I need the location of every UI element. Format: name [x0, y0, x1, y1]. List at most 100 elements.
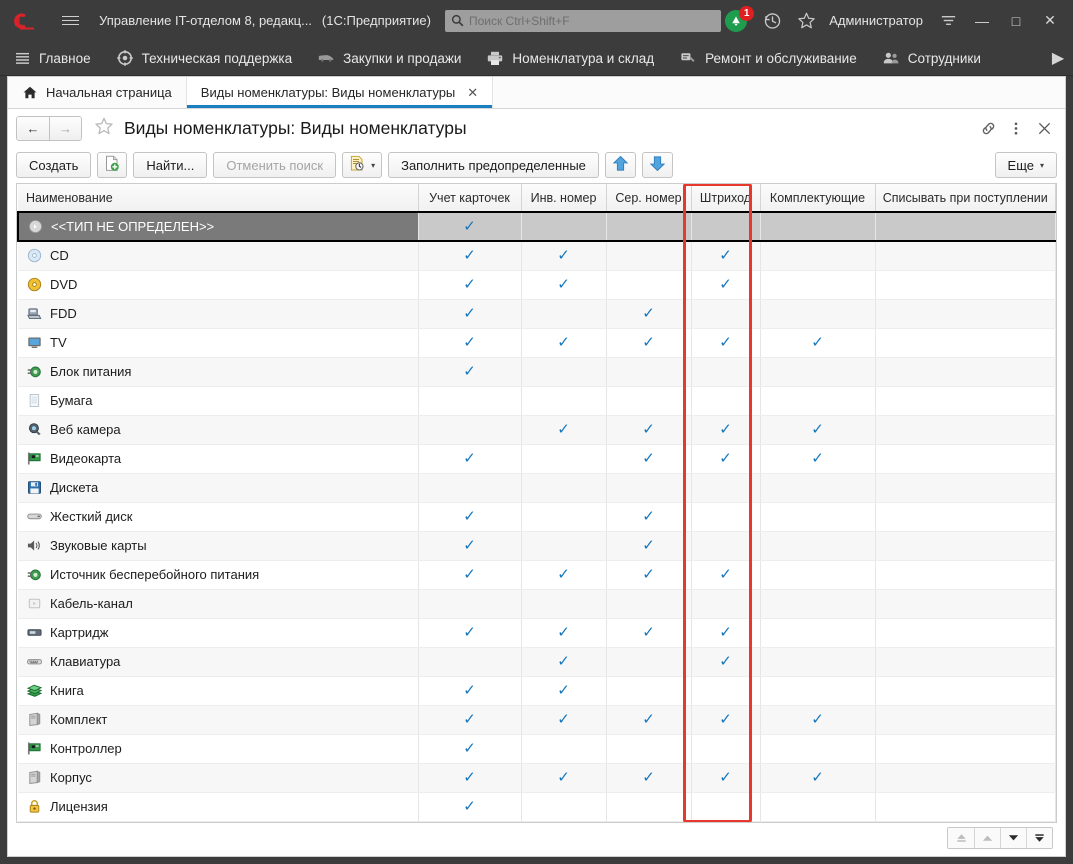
cell-cards[interactable]: ✓: [418, 734, 521, 763]
cell-inv[interactable]: [521, 473, 606, 502]
cell-cards[interactable]: ✓: [418, 241, 521, 270]
cell-parts[interactable]: ✓: [760, 415, 875, 444]
cell-cards[interactable]: ✓: [418, 299, 521, 328]
cell-cards[interactable]: ✓: [418, 502, 521, 531]
main-menu-burger-icon[interactable]: [56, 8, 85, 34]
table-row[interactable]: CD✓✓✓: [18, 241, 1056, 270]
favorites-star-button[interactable]: [789, 4, 823, 38]
table-row[interactable]: Контроллер✓: [18, 734, 1056, 763]
cell-name[interactable]: Комплект: [18, 705, 418, 734]
cell-ser[interactable]: [606, 647, 691, 676]
fill-predefined-button[interactable]: Заполнить предопределенные: [388, 152, 599, 178]
cell-inv[interactable]: [521, 531, 606, 560]
column-header-barcode[interactable]: Штриход: [691, 184, 760, 212]
cell-parts[interactable]: [760, 473, 875, 502]
cell-inv[interactable]: ✓: [521, 241, 606, 270]
cell-inv[interactable]: ✓: [521, 618, 606, 647]
table-row[interactable]: Веб камера✓✓✓✓: [18, 415, 1056, 444]
cell-name[interactable]: DVD: [18, 270, 418, 299]
table-row[interactable]: <<ТИП НЕ ОПРЕДЕЛЕН>>✓: [18, 212, 1056, 241]
cell-barcode[interactable]: ✓: [691, 705, 760, 734]
cell-inv[interactable]: ✓: [521, 676, 606, 705]
cell-writeoff[interactable]: [875, 589, 1056, 618]
cell-name[interactable]: Блок питания: [18, 357, 418, 386]
sidebar-item-support[interactable]: Техническая поддержка: [104, 41, 306, 76]
cell-name[interactable]: FDD: [18, 299, 418, 328]
cell-parts[interactable]: [760, 618, 875, 647]
cell-name[interactable]: Книга: [18, 676, 418, 705]
cell-ser[interactable]: [606, 386, 691, 415]
table-row[interactable]: Книга✓✓: [18, 676, 1056, 705]
cell-writeoff[interactable]: [875, 792, 1056, 821]
cell-barcode[interactable]: [691, 734, 760, 763]
cell-inv[interactable]: [521, 386, 606, 415]
column-header-parts[interactable]: Комплектующие: [760, 184, 875, 212]
table-row[interactable]: Бумага: [18, 386, 1056, 415]
cell-ser[interactable]: ✓: [606, 560, 691, 589]
cell-name[interactable]: Видеокарта: [18, 444, 418, 473]
cell-barcode[interactable]: [691, 357, 760, 386]
table-row[interactable]: Звуковые карты✓✓: [18, 531, 1056, 560]
cell-inv[interactable]: [521, 357, 606, 386]
sidebar-item-repair-service[interactable]: Ремонт и обслуживание: [667, 41, 870, 76]
current-user-label[interactable]: Администратор: [829, 13, 923, 28]
cell-ser[interactable]: [606, 241, 691, 270]
scroll-last-button[interactable]: [1026, 828, 1052, 848]
menu-overflow-arrow-icon[interactable]: ▶: [1043, 41, 1073, 76]
cell-inv[interactable]: [521, 212, 606, 241]
tab-close-icon[interactable]: ✕: [467, 85, 478, 101]
cell-parts[interactable]: [760, 734, 875, 763]
cell-ser[interactable]: ✓: [606, 618, 691, 647]
cell-barcode[interactable]: [691, 531, 760, 560]
forward-button[interactable]: →: [49, 117, 81, 140]
column-header-ser[interactable]: Сер. номер: [606, 184, 691, 212]
cell-parts[interactable]: [760, 299, 875, 328]
cell-inv[interactable]: [521, 734, 606, 763]
cell-writeoff[interactable]: [875, 705, 1056, 734]
cell-ser[interactable]: ✓: [606, 763, 691, 792]
column-header-inv[interactable]: Инв. номер: [521, 184, 606, 212]
cell-writeoff[interactable]: [875, 676, 1056, 705]
cell-barcode[interactable]: ✓: [691, 647, 760, 676]
cell-parts[interactable]: [760, 560, 875, 589]
cell-parts[interactable]: [760, 270, 875, 299]
cell-name[interactable]: Кабель-канал: [18, 589, 418, 618]
link-icon[interactable]: [975, 115, 1001, 141]
cell-parts[interactable]: [760, 212, 875, 241]
cell-cards[interactable]: [418, 647, 521, 676]
close-icon[interactable]: [1031, 115, 1057, 141]
cell-writeoff[interactable]: [875, 444, 1056, 473]
sidebar-item-main[interactable]: Главное: [0, 41, 104, 76]
cell-cards[interactable]: [418, 589, 521, 618]
cell-parts[interactable]: [760, 241, 875, 270]
cell-ser[interactable]: [606, 676, 691, 705]
nomenclature-types-table[interactable]: Наименование Учет карточек Инв. номер Се…: [16, 183, 1057, 823]
cell-inv[interactable]: [521, 589, 606, 618]
notifications-button[interactable]: 1: [721, 4, 755, 38]
cell-barcode[interactable]: ✓: [691, 618, 760, 647]
cell-writeoff[interactable]: [875, 734, 1056, 763]
cell-barcode[interactable]: [691, 473, 760, 502]
tab-start-page[interactable]: Начальная страница: [8, 77, 187, 108]
cell-barcode[interactable]: [691, 676, 760, 705]
create-copy-button[interactable]: [97, 152, 127, 178]
cell-name[interactable]: Бумага: [18, 386, 418, 415]
cell-cards[interactable]: ✓: [418, 792, 521, 821]
sidebar-item-nomenclature-warehouse[interactable]: Номенклатура и склад: [474, 41, 667, 76]
cell-barcode[interactable]: [691, 502, 760, 531]
cell-parts[interactable]: [760, 502, 875, 531]
cell-parts[interactable]: ✓: [760, 444, 875, 473]
cell-ser[interactable]: ✓: [606, 531, 691, 560]
cell-name[interactable]: Звуковые карты: [18, 531, 418, 560]
cell-cards[interactable]: ✓: [418, 444, 521, 473]
cell-cards[interactable]: ✓: [418, 357, 521, 386]
cell-writeoff[interactable]: [875, 502, 1056, 531]
cell-ser[interactable]: [606, 589, 691, 618]
cell-cards[interactable]: ✓: [418, 328, 521, 357]
cell-name[interactable]: Веб камера: [18, 415, 418, 444]
cell-barcode[interactable]: ✓: [691, 560, 760, 589]
cell-ser[interactable]: [606, 270, 691, 299]
cell-name[interactable]: Дискета: [18, 473, 418, 502]
star-icon[interactable]: [94, 116, 114, 141]
cell-writeoff[interactable]: [875, 415, 1056, 444]
